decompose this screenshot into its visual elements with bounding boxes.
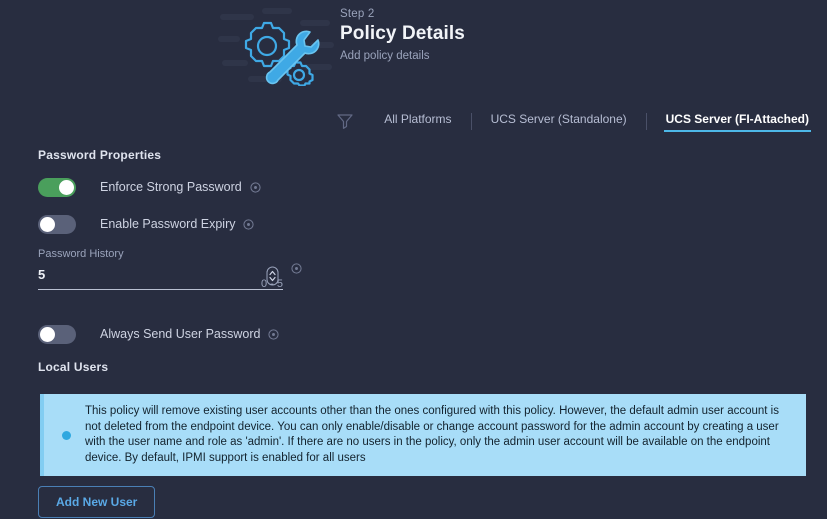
tab-divider xyxy=(470,112,472,130)
policy-details-page: Step 2 Policy Details Add policy details… xyxy=(0,0,827,519)
gear-wrench-illustration xyxy=(218,8,334,86)
row-always-send-user-password: Always Send User Password xyxy=(38,323,280,345)
label-always-send-user-password: Always Send User Password xyxy=(100,327,261,341)
tab-all-platforms[interactable]: All Platforms xyxy=(382,110,453,132)
row-enable-password-expiry: Enable Password Expiry xyxy=(38,213,255,235)
page-subtitle: Add policy details xyxy=(340,50,430,62)
label-enforce-strong-password: Enforce Strong Password xyxy=(100,180,242,194)
header-text-block: Step 2 Policy Details Add policy details xyxy=(340,8,465,62)
info-circle-icon[interactable] xyxy=(243,218,255,230)
policy-info-banner-text: This policy will remove existing user ac… xyxy=(85,405,779,464)
toggle-knob xyxy=(40,216,55,232)
toggle-enforce-strong-password[interactable] xyxy=(38,177,76,197)
page-header: Step 2 Policy Details Add policy details xyxy=(0,0,827,96)
info-circle-icon[interactable] xyxy=(291,263,302,274)
toggle-always-send-user-password[interactable] xyxy=(38,324,76,344)
section-title-local-users: Local Users xyxy=(38,360,109,374)
policy-info-banner: This policy will remove existing user ac… xyxy=(40,394,806,476)
tab-divider xyxy=(645,112,647,130)
filter-funnel-icon[interactable] xyxy=(336,112,354,130)
password-history-range-hint: 0 - 5 xyxy=(260,278,283,290)
add-new-user-button[interactable]: Add New User xyxy=(38,486,156,518)
label-enable-password-expiry: Enable Password Expiry xyxy=(100,217,236,231)
tab-ucs-server-standalone[interactable]: UCS Server (Standalone) xyxy=(489,110,629,132)
toggle-knob xyxy=(59,179,74,195)
tab-ucs-server-fi-attached[interactable]: UCS Server (FI-Attached) xyxy=(663,110,812,132)
row-enforce-strong-password: Enforce Strong Password xyxy=(38,176,261,198)
toggle-enable-password-expiry[interactable] xyxy=(38,214,76,234)
toggle-knob xyxy=(40,326,55,342)
info-circle-icon[interactable] xyxy=(250,181,261,193)
page-title: Policy Details xyxy=(340,23,465,44)
info-circle-icon[interactable] xyxy=(268,328,280,340)
info-dot-icon xyxy=(62,430,71,440)
step-label: Step 2 xyxy=(340,8,375,20)
platform-tabbar: All Platforms UCS Server (Standalone) UC… xyxy=(0,106,827,136)
password-history-label: Password History xyxy=(38,248,124,260)
section-title-password-properties: Password Properties xyxy=(38,148,162,162)
